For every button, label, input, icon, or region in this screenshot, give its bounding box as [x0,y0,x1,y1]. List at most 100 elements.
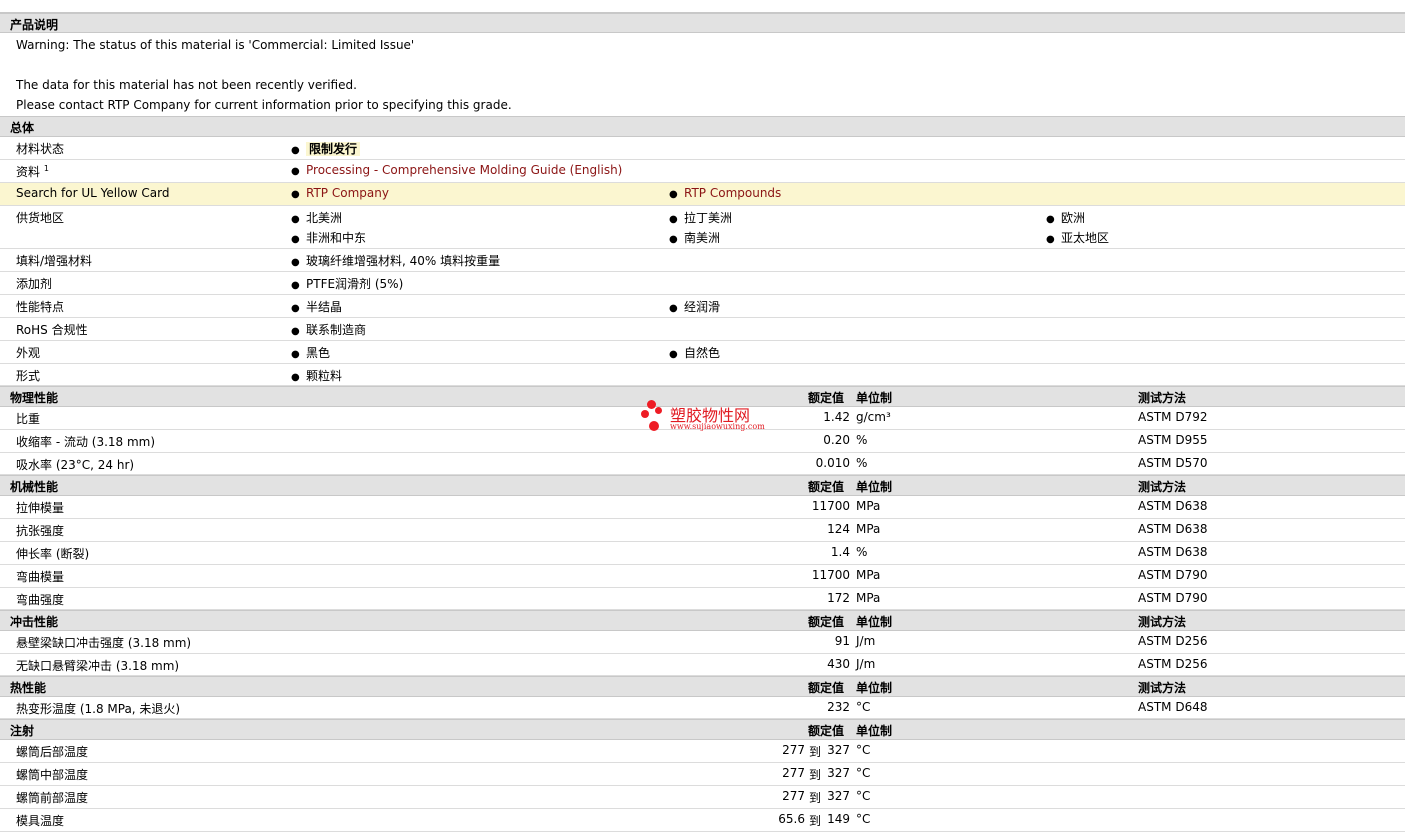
range-low: 65.6 [778,812,805,826]
property-label: 模具温度 [16,814,65,828]
row-label: 材料状态 [16,142,65,156]
property-unit: % [856,545,868,559]
property-unit: MPa [856,499,881,513]
table-row: 悬壁梁缺口冲击强度 (3.18 mm) 91 J/m ASTM D256 [0,631,1405,654]
property-value: 124 [827,522,850,536]
row-documents: 资料 1 ● Processing - Comprehensive Molding… [0,160,1405,183]
header-method: 测试方法 [1138,480,1187,494]
range-high: 327 [827,789,850,803]
watermark-logo-icon [649,421,659,431]
feature-item: ● 经润滑 [669,300,721,314]
bullet-icon: ● [291,280,300,291]
row-label: 性能特点 [16,300,65,314]
table-row: 热变形温度 (1.8 MPa, 未退火) 232 °C ASTM D648 [0,697,1405,719]
ul-link-item[interactable]: ● RTP Compounds [669,186,781,200]
row-rohs: RoHS 合规性 ● 联系制造商 [0,318,1405,341]
test-method: ASTM D648 [1138,700,1208,714]
documents-link-item[interactable]: ● Processing - Comprehensive Molding Guid… [291,163,622,177]
warning-text: Warning: The status of this material is … [16,38,415,52]
watermark-url: www.sujiaowuxing.com [670,422,765,431]
property-unit: J/m [856,657,876,671]
processing-guide-link[interactable]: Processing - Comprehensive Molding Guide… [306,163,622,177]
region-item: ● 北美洲 [291,211,343,225]
property-value: 0.20 [823,433,850,447]
test-method: ASTM D790 [1138,568,1208,582]
row-label: 形式 [16,369,41,383]
property-unit: g/cm³ [856,410,891,424]
header-nominal: 额定值 [808,480,845,494]
property-label: 无缺口悬臂梁冲击 (3.18 mm) [16,659,180,673]
datasheet: 产品说明 Warning: The status of this materia… [0,0,1405,833]
note-contact: Please contact RTP Company for current i… [16,98,512,112]
range-word: 到 [808,768,821,782]
row-label: Search for UL Yellow Card [16,186,170,200]
property-value: 1.42 [823,410,850,424]
property-unit: MPa [856,522,881,536]
header-nominal: 额定值 [808,681,845,695]
property-unit: °C [856,789,871,803]
range-high: 327 [827,743,850,757]
range-high: 327 [827,766,850,780]
bullet-icon: ● [291,145,300,156]
test-method: ASTM D792 [1138,410,1208,424]
section-title: 机械性能 [10,480,59,494]
table-row: 螺筒中部温度 277 到 327 °C [0,763,1405,786]
header-nominal: 额定值 [808,615,845,629]
property-label: 热变形温度 (1.8 MPa, 未退火) [16,702,181,716]
section-injection: 注射 额定值 单位制 [0,719,1405,740]
ul-link-item[interactable]: ● RTP Company [291,186,389,200]
test-method: ASTM D638 [1138,499,1208,513]
section-title: 冲击性能 [10,615,59,629]
bullet-icon: ● [291,326,300,337]
table-row: 伸长率 (断裂) 1.4 % ASTM D638 [0,542,1405,565]
region-item: ● 非洲和中东 [291,231,367,245]
bullet-icon: ● [291,166,300,177]
section-thermal: 热性能 额定值 单位制 测试方法 [0,676,1405,697]
rtp-compounds-link[interactable]: RTP Compounds [684,186,781,200]
test-method: ASTM D638 [1138,522,1208,536]
header-unit: 单位制 [856,724,893,738]
property-value: 430 [827,657,850,671]
property-label: 抗张强度 [16,524,65,538]
test-method: ASTM D955 [1138,433,1208,447]
row-label: RoHS 合规性 [16,323,88,337]
table-row: 模具温度 65.6 到 149 °C [0,809,1405,832]
property-label: 收缩率 - 流动 (3.18 mm) [16,435,156,449]
rtp-company-link[interactable]: RTP Company [306,186,389,200]
bullet-icon: ● [291,303,300,314]
section-title: 物理性能 [10,391,59,405]
range-high: 149 [827,812,850,826]
table-row: 抗张强度 124 MPa ASTM D638 [0,519,1405,542]
property-unit: °C [856,812,871,826]
table-row: 螺筒后部温度 277 到 327 °C [0,740,1405,763]
property-unit: J/m [856,634,876,648]
property-unit: MPa [856,568,881,582]
property-label: 螺筒前部温度 [16,791,89,805]
property-value: 1.4 [830,545,850,559]
section-description: 产品说明 [0,13,1405,33]
additive-item: ● PTFE润滑剂 (5%) [291,277,404,291]
property-unit: MPa [856,591,881,605]
property-label: 吸水率 (23°C, 24 hr) [16,458,135,472]
property-label: 比重 [16,412,41,426]
property-label: 螺筒中部温度 [16,768,89,782]
note-unverified: The data for this material has not been … [16,78,357,92]
table-row: 无缺口悬臂梁冲击 (3.18 mm) 430 J/m ASTM D256 [0,654,1405,676]
header-unit: 单位制 [856,681,893,695]
header-nominal: 额定值 [808,391,845,405]
form-item: ● 颗粒料 [291,369,343,383]
bullet-icon: ● [1046,234,1055,245]
watermark-logo-icon [641,410,649,418]
bullet-icon: ● [291,189,300,200]
bullet-icon: ● [291,257,300,268]
table-row: 弯曲强度 172 MPa ASTM D790 [0,588,1405,610]
range-low: 277 [782,789,805,803]
appearance-item: ● 自然色 [669,346,721,360]
property-value: 11700 [811,499,850,513]
property-unit: °C [856,766,871,780]
header-unit: 单位制 [856,391,893,405]
section-impact: 冲击性能 额定值 单位制 测试方法 [0,610,1405,631]
region-item: ● 拉丁美洲 [669,211,733,225]
bullet-icon: ● [291,214,300,225]
property-label: 弯曲强度 [16,593,65,607]
